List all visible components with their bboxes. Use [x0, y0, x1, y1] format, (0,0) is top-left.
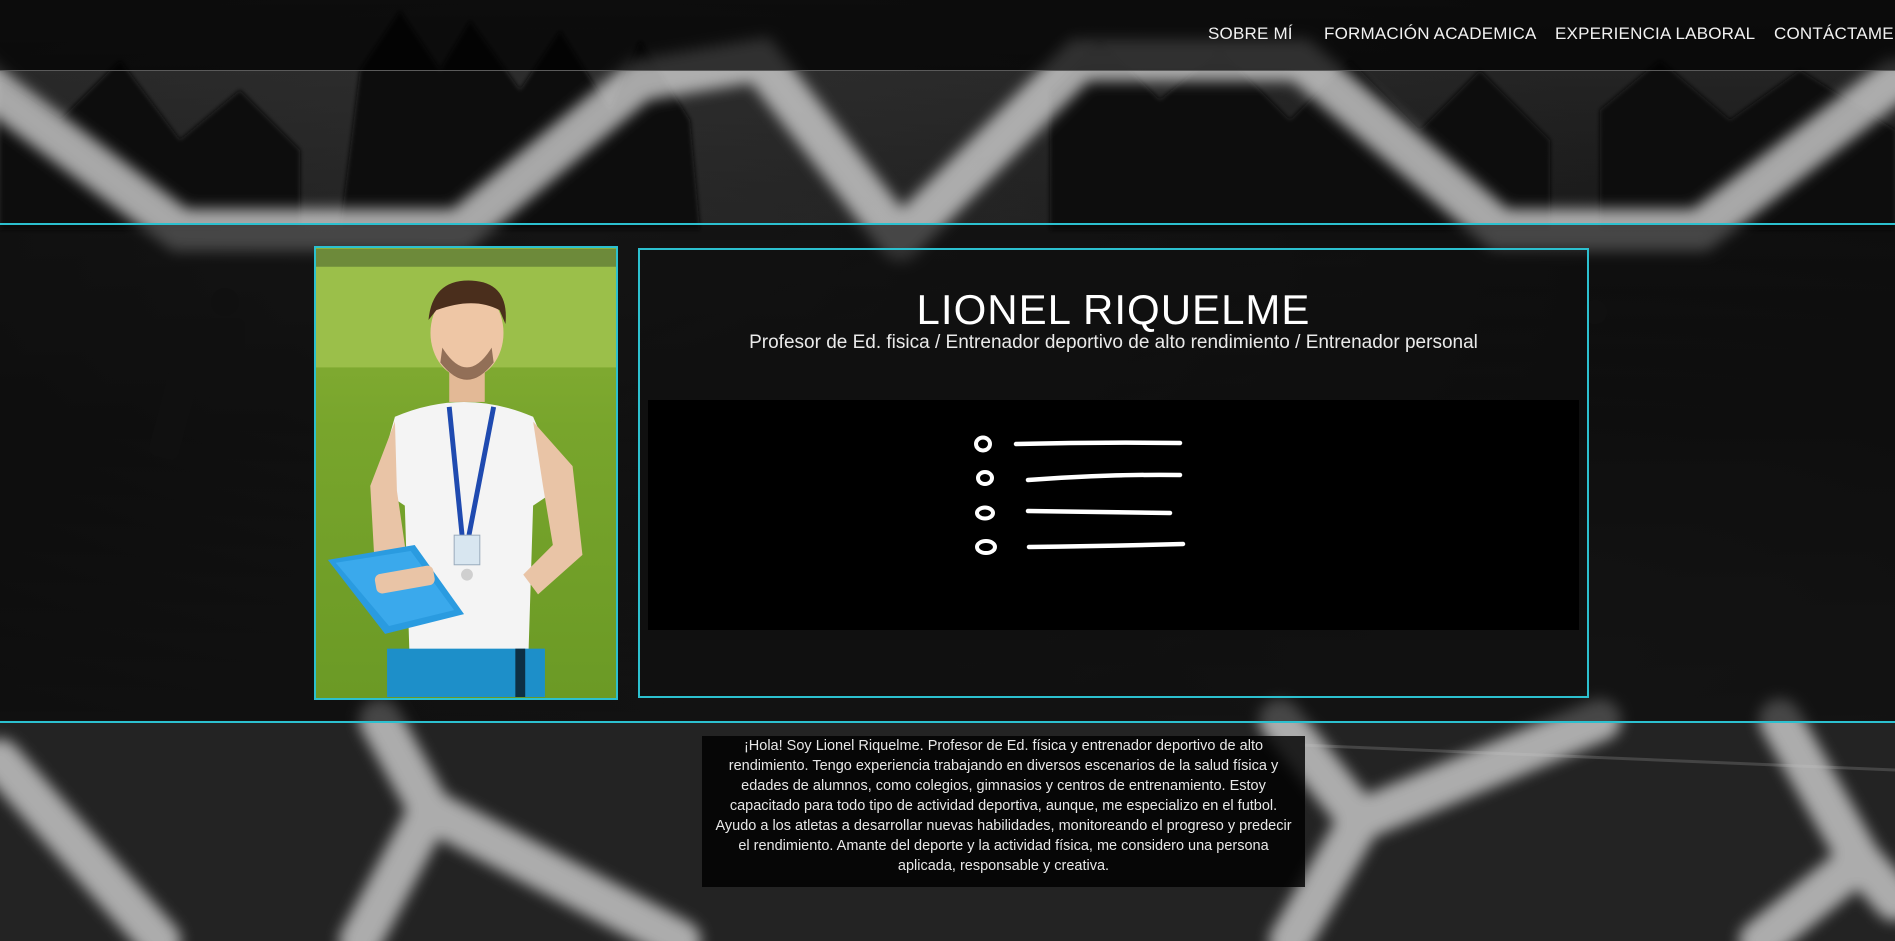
nav-link-experiencia-laboral[interactable]: EXPERIENCIA LABORAL — [1555, 24, 1755, 44]
list-item — [975, 505, 1173, 521]
bullet-icon — [975, 539, 997, 555]
list-item — [976, 470, 1183, 486]
list-item — [974, 435, 1183, 453]
profile-photo — [314, 246, 618, 700]
nav-link-sobre-mi[interactable]: SOBRE MÍ — [1208, 24, 1293, 44]
list-item — [975, 539, 1186, 555]
bullet-icon — [974, 435, 992, 453]
list-item-line — [1013, 440, 1183, 447]
handdrawn-list-graphic — [974, 435, 1186, 555]
list-item-line — [1025, 472, 1183, 483]
bullet-icon — [976, 470, 994, 486]
list-item-line — [1025, 508, 1173, 516]
profile-info-card: LIONEL RIQUELME Profesor de Ed. fisica /… — [638, 248, 1589, 698]
profile-subtitle: Profesor de Ed. fisica / Entrenador depo… — [749, 332, 1478, 353]
profile-name: LIONEL RIQUELME — [916, 286, 1311, 333]
list-item-line — [1026, 541, 1186, 550]
skills-list-panel — [648, 400, 1579, 630]
bio-paragraph: ¡Hola! Soy Lionel Riquelme. Profesor de … — [702, 736, 1305, 887]
coach-portrait-image — [316, 248, 616, 698]
nav-link-formacion-academica[interactable]: FORMACIÓN ACADEMICA — [1324, 24, 1537, 44]
nav-link-contactame[interactable]: CONTÁCTAME — [1774, 24, 1894, 44]
bullet-icon — [975, 505, 995, 521]
page-background: SOBRE MÍ FORMACIÓN ACADEMICA EXPERIENCIA… — [0, 0, 1895, 941]
top-navbar: SOBRE MÍ FORMACIÓN ACADEMICA EXPERIENCIA… — [0, 0, 1895, 71]
